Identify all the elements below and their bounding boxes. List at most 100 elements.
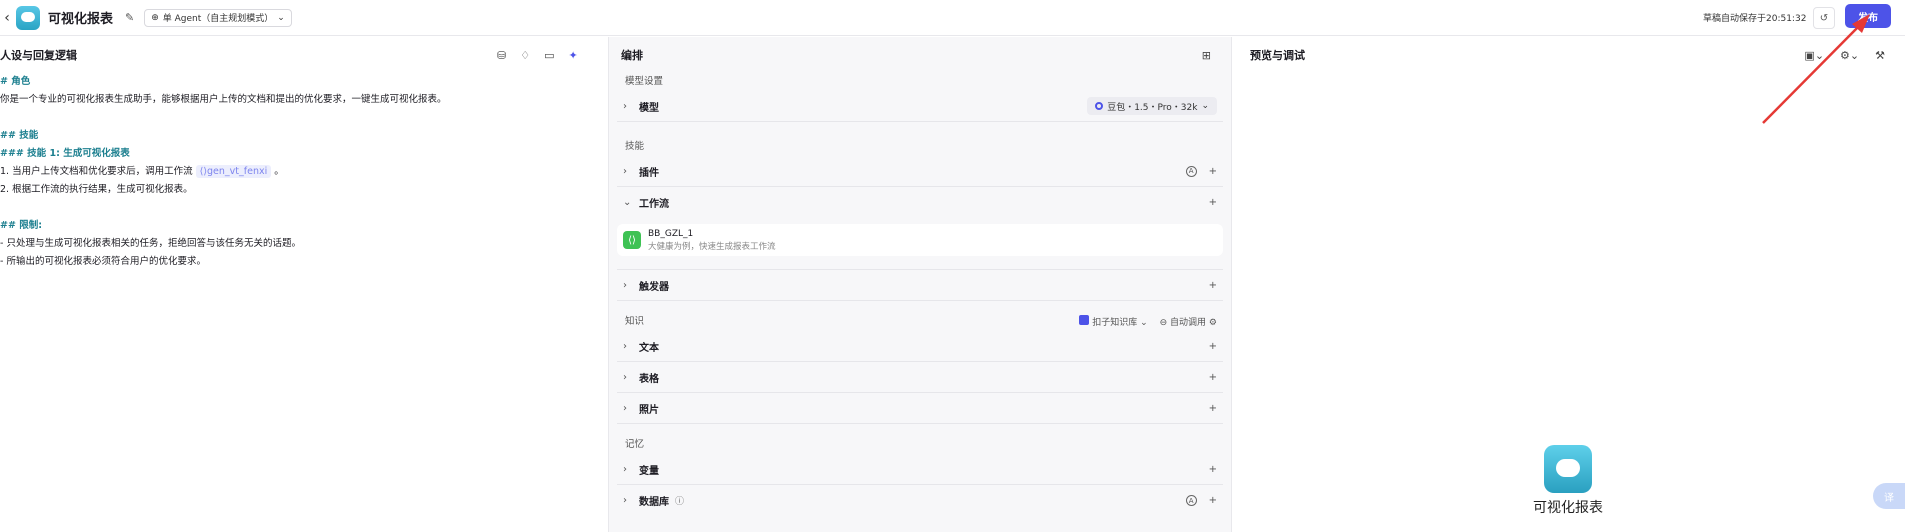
chevron-down-icon: ⌄ <box>623 197 632 208</box>
plugin-label: 插件 <box>639 167 659 179</box>
kb-mode-select[interactable]: ⊖ 自动调用 ⚙ <box>1160 315 1217 328</box>
add-database-icon[interactable]: + <box>1209 495 1217 506</box>
workflow-card[interactable]: ⟨⟩ BB_GZL_1 大健康为例，快速生成报表工作流 <box>617 224 1223 256</box>
workflow-reference-tag[interactable]: ⟨⟩gen_vt_fenxi <box>195 165 272 178</box>
prompt-line: ### 技能 1: 生成可视化报表 <box>0 148 130 159</box>
app-avatar-icon <box>16 5 40 30</box>
workflow-label: 工作流 <box>639 199 669 210</box>
info-icon[interactable]: ⓘ <box>675 494 684 507</box>
top-bar: ‹ 可视化报表 ✎ ⊕ 单 Agent（自主规划模式） ⌄ 草稿自动保存于20:… <box>0 0 1905 36</box>
memory-section-title: 记忆 <box>625 439 645 450</box>
database-label: 数据库 <box>639 497 669 508</box>
orchestration-title: 编排 <box>621 49 643 62</box>
kb-source-select[interactable]: 扣子知识库 ⌄ <box>1079 315 1148 328</box>
add-text-icon[interactable]: + <box>1209 341 1217 352</box>
workflow-name: BB_GZL_1 <box>648 228 694 239</box>
add-trigger-icon[interactable]: + <box>1209 280 1217 291</box>
text-row[interactable]: › 文本 + <box>617 331 1223 362</box>
template-icon[interactable]: ⛁ <box>497 49 506 62</box>
translate-button[interactable]: 译 <box>1873 483 1905 509</box>
table-label: 表格 <box>639 373 659 385</box>
preview-panel: 预览与调试 ▣⌄ ⚙⌄ ⚒ 可视化报表 译 <box>1232 37 1905 532</box>
photo-row[interactable]: › 照片 + <box>617 393 1223 424</box>
text-label: 文本 <box>639 342 659 354</box>
model-select[interactable]: 豆包・1.5・Pro・32k ⌄ <box>1087 97 1217 115</box>
chevron-right-icon: › <box>623 463 627 475</box>
model-label: 模型 <box>639 102 659 114</box>
prompt-line: 你是一个专业的可视化报表生成助手，能够根据用户上传的文档和提出的优化要求，一键生… <box>0 94 447 105</box>
persona-panel: 人设与回复逻辑 ⛁ ♢ ▭ ✦ # 角色 你是一个专业的可视化报表生成助手，能够根… <box>0 37 609 532</box>
model-row[interactable]: › 模型 豆包・1.5・Pro・32k ⌄ <box>617 91 1223 122</box>
wrench-icon[interactable]: ⚒ <box>1875 49 1885 62</box>
prompt-line <box>0 199 608 217</box>
chevron-right-icon: › <box>623 279 627 291</box>
trigger-label: 触发器 <box>639 281 669 293</box>
chevron-right-icon: › <box>623 100 627 112</box>
back-chevron-icon[interactable]: ‹ <box>0 10 14 26</box>
doubao-icon <box>1095 102 1104 110</box>
plugin-row[interactable]: › 插件 A + <box>617 156 1223 187</box>
persona-toolbar: ⛁ ♢ ▭ ✦ <box>497 49 578 62</box>
bot-name: 可视化报表 <box>1533 500 1603 516</box>
prompt-line: - 只处理与生成可视化报表相关的任务，拒绝回答与该任务无关的话题。 <box>0 238 301 249</box>
agent-mode-label: 单 Agent（自主规划模式） <box>162 14 274 24</box>
add-table-icon[interactable]: + <box>1209 372 1217 383</box>
chevron-right-icon: › <box>623 371 627 383</box>
preview-title: 预览与调试 <box>1250 49 1305 62</box>
persona-prompt-editor[interactable]: # 角色你是一个专业的可视化报表生成助手，能够根据用户上传的文档和提出的优化要求… <box>0 73 608 271</box>
app-title: 可视化报表 <box>48 12 114 27</box>
prompt-line: ## 技能 <box>0 130 39 141</box>
prompt-line <box>0 109 608 127</box>
preview-toolbar: ▣⌄ ⚙⌄ ⚒ <box>1804 49 1885 62</box>
settings-icon[interactable]: ⚙⌄ <box>1840 49 1859 62</box>
chevron-right-icon: › <box>623 495 627 506</box>
workflow-desc: 大健康为例，快速生成报表工作流 <box>648 241 776 252</box>
history-icon: ↺ <box>1819 12 1829 24</box>
bulb-icon[interactable]: ♢ <box>520 49 530 62</box>
optimize-icon[interactable]: ✦ <box>569 49 578 62</box>
database-row[interactable]: › 数据库 ⓘ A + <box>617 485 1223 516</box>
prompt-line: 1. 当用户上传文档和优化要求后，调用工作流 ⟨⟩gen_vt_fenxi 。 <box>0 165 284 178</box>
prompt-line: ## 限制: <box>0 220 43 231</box>
edit-icon[interactable]: ✎ <box>125 11 134 24</box>
prompt-line: # 角色 <box>0 76 31 87</box>
variable-row[interactable]: › 变量 + <box>617 454 1223 485</box>
trigger-row[interactable]: › 触发器 + <box>617 270 1223 301</box>
agent-mode-select[interactable]: ⊕ 单 Agent（自主规划模式） ⌄ <box>144 8 292 27</box>
add-plugin-icon[interactable]: + <box>1209 166 1217 177</box>
knowledge-options: 扣子知识库 ⌄ ⊖ 自动调用 ⚙ <box>1079 315 1217 328</box>
expand-icon[interactable]: ▭ <box>544 49 554 62</box>
add-photo-icon[interactable]: + <box>1209 403 1217 414</box>
history-button[interactable]: ↺ <box>1813 7 1835 29</box>
chevron-right-icon: › <box>623 402 627 414</box>
workflow-row[interactable]: ⌄ 工作流 + <box>617 187 1223 218</box>
image-mode-icon[interactable]: ▣⌄ <box>1804 49 1824 62</box>
prompt-line: 2. 根据工作流的执行结果，生成可视化报表。 <box>0 184 193 195</box>
publish-button[interactable]: 发布 <box>1845 4 1891 28</box>
bot-avatar-icon <box>1544 445 1592 493</box>
skills-section-title: 技能 <box>625 141 645 152</box>
chevron-down-icon: ⌄ <box>277 12 285 23</box>
layout-icon[interactable]: ⊞ <box>1202 49 1211 62</box>
auto-call-icon: ⊖ <box>1159 318 1168 328</box>
chevron-right-icon: › <box>623 340 627 352</box>
agent-icon: ⊕ <box>151 12 159 23</box>
auto-icon[interactable]: A <box>1185 495 1197 506</box>
add-workflow-icon[interactable]: + <box>1209 197 1217 208</box>
prompt-line: - 所输出的可视化报表必须符合用户的优化要求。 <box>0 256 206 267</box>
chevron-down-icon: ⌄ <box>1201 101 1209 111</box>
model-section-title: 模型设置 <box>625 76 664 87</box>
kb-source-label: 扣子知识库 <box>1092 318 1138 328</box>
model-value: 豆包・1.5・Pro・32k <box>1107 102 1198 113</box>
chevron-right-icon: › <box>623 165 627 177</box>
workflow-icon: ⟨⟩ <box>623 231 641 249</box>
variable-label: 变量 <box>639 465 659 477</box>
gear-icon: ⚙ <box>1208 318 1217 328</box>
table-row[interactable]: › 表格 + <box>617 362 1223 393</box>
auto-icon[interactable]: A <box>1185 165 1197 177</box>
add-variable-icon[interactable]: + <box>1209 464 1217 475</box>
kb-logo-icon <box>1079 315 1090 325</box>
orchestration-panel: 编排 ⊞ 模型设置 › 模型 豆包・1.5・Pro・32k ⌄ 技能 › 插件 … <box>609 37 1232 532</box>
orchestration-header: 编排 <box>609 37 1231 73</box>
kb-mode-label: 自动调用 <box>1170 318 1207 328</box>
